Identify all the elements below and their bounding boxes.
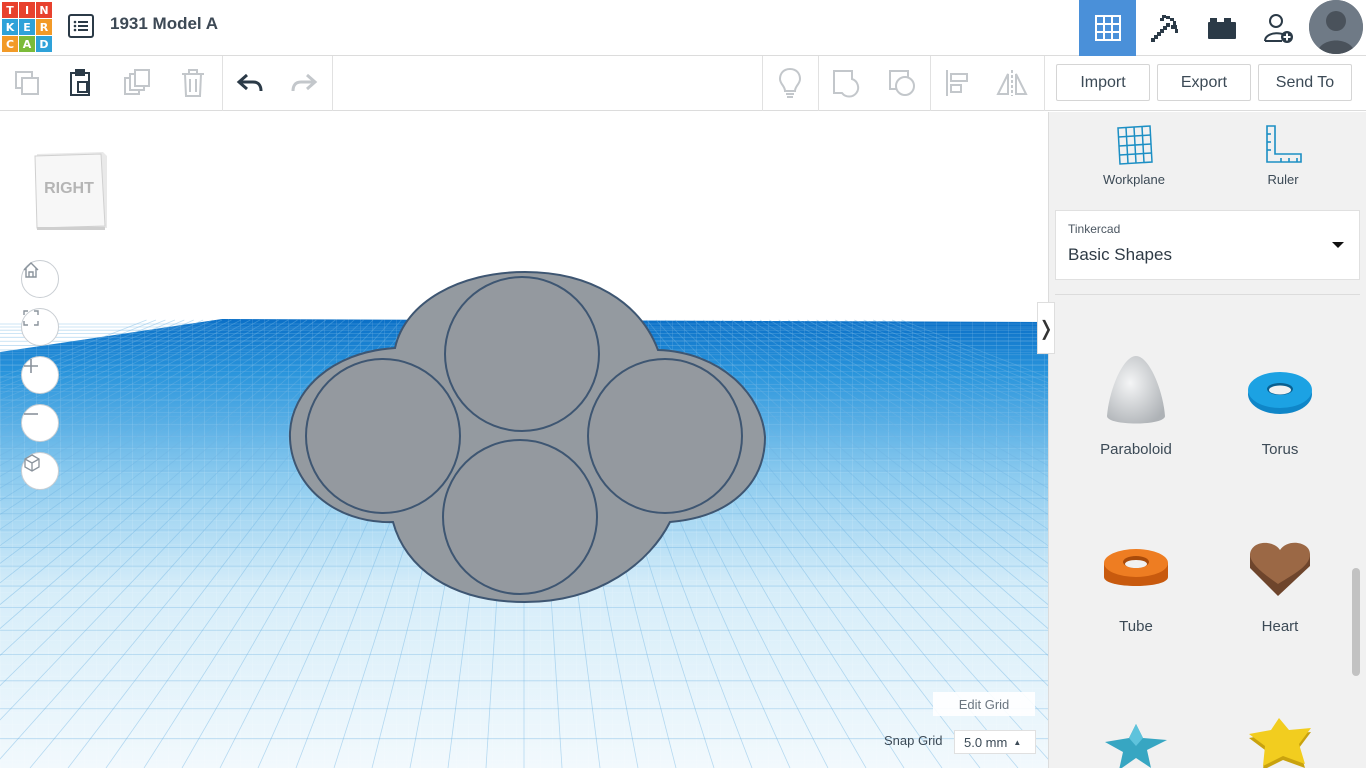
edit-grid-button[interactable]: Edit Grid — [933, 692, 1035, 716]
avatar[interactable] — [1309, 0, 1363, 54]
tinkercad-logo[interactable]: TIN KER CAD — [2, 2, 52, 52]
torus-icon — [1248, 372, 1312, 414]
caret-up-icon: ▲ — [1013, 737, 1022, 747]
ruler-label: Ruler — [1267, 172, 1299, 187]
align-icon[interactable] — [941, 66, 975, 100]
heart-icon — [1250, 542, 1310, 596]
mirror-icon[interactable] — [995, 66, 1029, 100]
shape-tube[interactable]: Tube — [1076, 523, 1196, 635]
duplicate-icon[interactable] — [120, 66, 154, 100]
document-title[interactable]: 1931 Model A — [110, 14, 218, 34]
library-source: Tinkercad — [1068, 222, 1121, 236]
snap-grid-value: 5.0 mm — [964, 734, 1008, 750]
collapse-panel-button[interactable]: ❭ — [1037, 302, 1055, 354]
star-icon — [1249, 718, 1311, 768]
ruler-icon — [1266, 125, 1302, 163]
zoom-in-icon[interactable] — [21, 356, 59, 394]
add-user-icon[interactable] — [1250, 0, 1307, 56]
import-button[interactable]: Import — [1056, 64, 1150, 101]
paraboloid-icon — [1107, 356, 1165, 424]
home-icon[interactable] — [21, 260, 59, 298]
zoom-out-icon[interactable] — [21, 404, 59, 442]
grid-view-icon[interactable] — [1079, 0, 1136, 56]
ruler-tool[interactable]: Ruler — [1233, 124, 1333, 187]
3d-viewport[interactable]: RIGHT Edit Grid Snap Grid 5.0 mm ▲ — [0, 112, 1048, 768]
fit-view-icon[interactable] — [21, 308, 59, 346]
ungroup-icon[interactable] — [885, 66, 919, 100]
copy-icon[interactable] — [10, 66, 44, 100]
logo-letter: K — [2, 19, 18, 35]
view-switcher — [1079, 0, 1363, 56]
export-button[interactable]: Export — [1157, 64, 1251, 101]
top-bar: TIN KER CAD 1931 Model A — [0, 0, 1366, 56]
tube-icon — [1104, 549, 1168, 586]
view-cube-label: RIGHT — [44, 180, 94, 197]
pickaxe-icon[interactable] — [1136, 0, 1193, 56]
shape-heart[interactable]: Heart — [1220, 523, 1340, 635]
redo-icon[interactable] — [287, 66, 321, 100]
panel-scrollbar[interactable] — [1352, 568, 1360, 676]
view-cube[interactable]: RIGHT — [33, 150, 109, 232]
group-icon[interactable] — [829, 66, 863, 100]
bricks-icon[interactable] — [1193, 0, 1250, 56]
logo-letter: E — [19, 19, 35, 35]
delete-icon[interactable] — [176, 66, 210, 100]
shape-star-yellow[interactable] — [1220, 700, 1340, 768]
shape-label: Heart — [1261, 618, 1299, 635]
workplane-scene[interactable] — [0, 112, 1048, 768]
edit-toolbar: Import Export Send To — [0, 56, 1366, 111]
paste-icon[interactable] — [63, 66, 97, 100]
design-list-icon[interactable] — [67, 12, 95, 40]
workplane-icon — [1117, 125, 1153, 165]
shape-label: Paraboloid — [1100, 441, 1172, 458]
shape-library-dropdown[interactable]: Tinkercad Basic Shapes — [1055, 210, 1360, 280]
logo-letter: I — [19, 2, 35, 18]
logo-letter: T — [2, 2, 18, 18]
workplane-tool[interactable]: Workplane — [1084, 124, 1184, 187]
lightbulb-icon[interactable] — [773, 66, 807, 100]
workplane-label: Workplane — [1103, 172, 1165, 187]
shape-star-teal[interactable] — [1076, 700, 1196, 768]
shape-paraboloid[interactable]: Paraboloid — [1076, 346, 1196, 458]
shape-label: Torus — [1261, 441, 1299, 458]
shapes-panel: Workplane Ruler Tinkercad Basic Shapes P… — [1048, 112, 1366, 768]
shape-label: Tube — [1119, 618, 1153, 635]
undo-icon[interactable] — [233, 66, 267, 100]
shape-torus[interactable]: Torus — [1220, 346, 1340, 458]
star-icon — [1105, 724, 1167, 768]
logo-letter: A — [19, 36, 35, 52]
send-to-button[interactable]: Send To — [1258, 64, 1352, 101]
library-name: Basic Shapes — [1068, 245, 1172, 264]
snap-grid-select[interactable]: 5.0 mm ▲ — [954, 730, 1036, 754]
logo-letter: D — [36, 36, 52, 52]
perspective-icon[interactable] — [21, 452, 59, 490]
logo-letter: N — [36, 2, 52, 18]
chevron-down-icon — [1332, 242, 1344, 248]
snap-grid-label: Snap Grid — [884, 733, 943, 748]
panel-tools: Workplane Ruler — [1049, 112, 1366, 202]
logo-letter: C — [2, 36, 18, 52]
logo-letter: R — [36, 19, 52, 35]
